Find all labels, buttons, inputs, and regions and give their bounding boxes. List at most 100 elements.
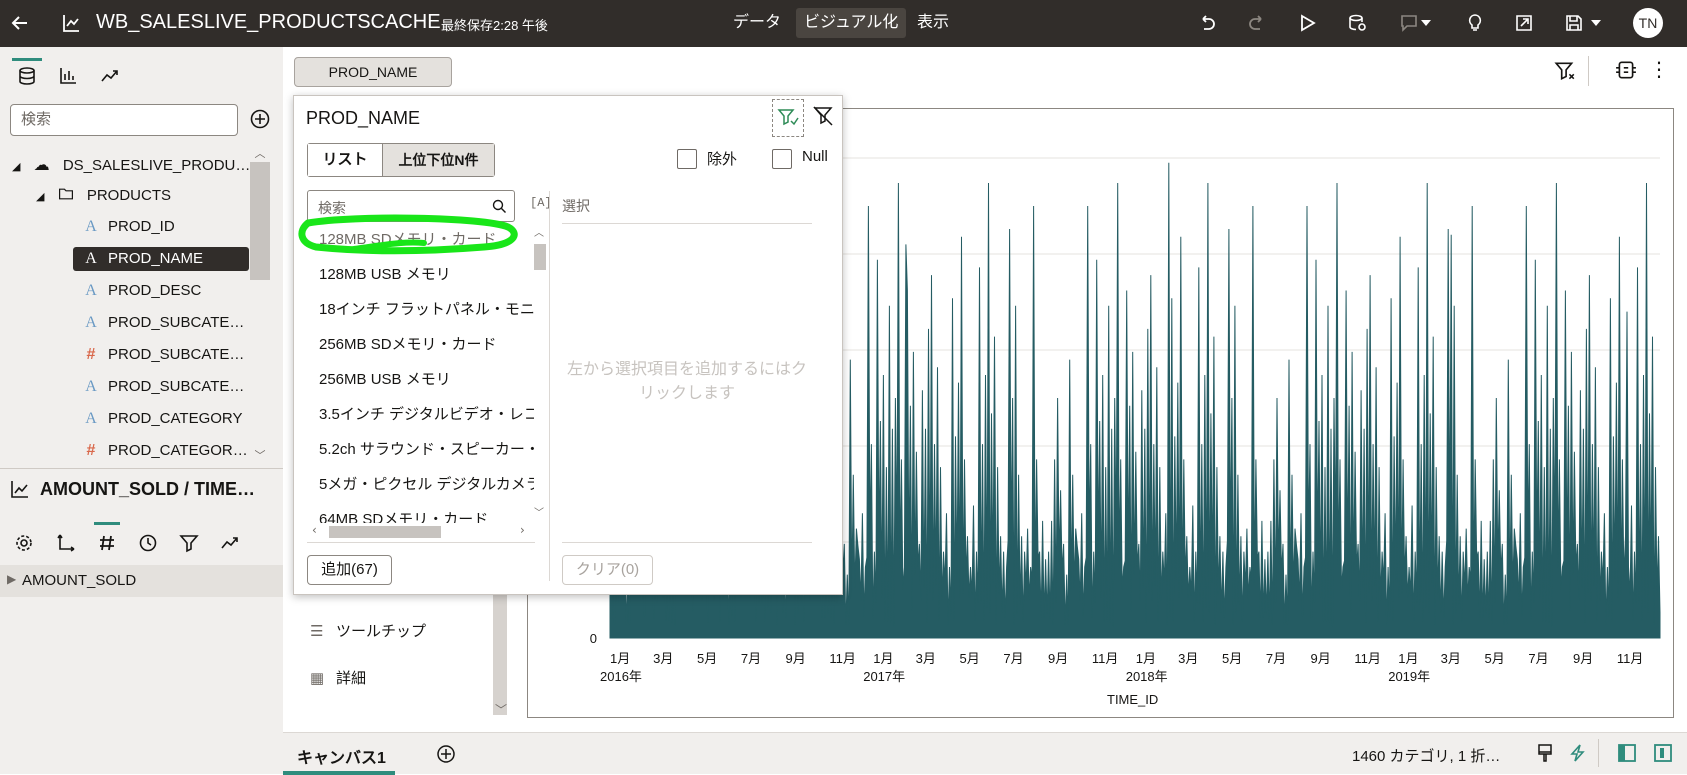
properties-icon[interactable] [1615,59,1639,83]
filter-funnel-icon[interactable] [1554,60,1578,84]
bar-chart-icon[interactable] [53,61,83,91]
right-panel-toggle-icon[interactable] [1653,743,1673,763]
attribute-icon: A [85,282,97,299]
status-text: 1460 カテゴリ, 1 折… [1352,748,1501,765]
filter-chip[interactable]: PROD_NAME [294,57,452,87]
list-footer-line [307,542,535,543]
list-vscroll-thumb[interactable] [534,244,546,270]
x-tick-label: 9月 [785,651,805,666]
canvas-tab[interactable]: キャンバス1 [297,744,386,768]
attribute-icon: A [85,410,97,427]
more-vertical-icon[interactable]: ⋮ [1649,59,1669,83]
selected-footer-line [562,542,812,543]
list-item[interactable]: 5.2ch サラウンド・スピーカー・ [319,435,534,465]
settings-gear-icon[interactable] [9,528,39,558]
tree-column[interactable]: A PROD_ID [80,215,248,239]
left-panel-toggle-icon[interactable] [1617,743,1637,763]
viz-line-icon [10,479,32,501]
list-scroll-down-icon[interactable]: ﹀ [534,504,546,519]
tree-column[interactable]: # PROD_SUBCATE… [80,343,248,367]
list-scroll-left-icon[interactable]: ‹ [312,523,317,537]
datasource-label: DS_SALESLIVE_PRODU… [62,157,251,174]
chevron-down-icon[interactable] [1416,9,1436,37]
clock-icon[interactable] [133,528,163,558]
list-item[interactable]: 256MB USB メモリ [319,365,534,395]
add-canvas-plus-icon[interactable] [435,743,457,765]
tree-column[interactable]: A PROD_DESC [80,279,248,303]
trend-icon[interactable] [215,528,245,558]
database-icon[interactable] [12,61,42,91]
back-arrow-icon[interactable] [6,9,34,37]
x-tick-label: 7月 [1528,651,1548,666]
x-tick-label: 11月 [829,651,856,666]
clear-button[interactable]: クリア(0) [562,555,653,585]
tree-column[interactable]: A PROD_CATEGORY [80,407,248,431]
detail-row[interactable]: ▦ 詳細 [310,667,366,688]
list-scroll-right-icon[interactable]: › [520,523,525,537]
x-tick-label: 7月 [741,651,761,666]
play-icon[interactable] [1293,9,1321,37]
export-icon[interactable] [1510,9,1538,37]
save-chevron-down-icon[interactable] [1586,9,1606,37]
list-scroll-up-icon[interactable]: ︿ [534,224,546,239]
x-year-label: 2016年 [600,669,642,684]
menu-present[interactable]: 表示 [909,8,957,38]
data-search-input[interactable]: 検索 [10,104,238,136]
list-item[interactable]: 128MB USB メモリ [319,260,534,290]
tree-column[interactable]: A PROD_SUBCATE… [80,375,248,399]
data-panel: 検索 ︿ ﹀ ◢ ☁ DS_SALESLIVE_PRODU… ◢ PRODUCT… [0,47,283,774]
lightbulb-icon[interactable] [1461,9,1489,37]
scroll-down-icon[interactable]: ﹀ [495,701,507,718]
list-hscroll-thumb[interactable] [329,526,441,538]
attribute-icon: A [85,314,97,331]
undo-icon[interactable] [1193,9,1221,37]
hash-number-icon[interactable] [92,528,122,558]
tooltip-row[interactable]: ☰ ツールチップ [310,620,426,641]
lightning-icon[interactable] [1568,743,1588,763]
list-item[interactable]: 64MB SDメモリ・カード [319,505,534,523]
tree-column[interactable]: A PROD_SUBCATE… [80,311,248,335]
list-item[interactable]: 3.5インチ デジタルビデオ・レコ [319,400,534,430]
brush-icon[interactable] [1535,743,1555,763]
list-item[interactable]: 18インチ フラットパネル・モニ [319,295,534,325]
grammar-row[interactable]: ▶ AMOUNT_SOLD [0,565,283,597]
redo-icon[interactable] [1243,9,1271,37]
filter-apply-icon[interactable] [772,99,804,137]
scroll-down-icon[interactable]: ﹀ [250,447,270,462]
tab-list[interactable]: リスト [308,144,382,176]
x-year-label: 2018年 [1126,669,1168,684]
popup-column-divider [549,191,550,581]
popup-tab-group: リスト 上位下位N件 [307,143,495,177]
user-avatar[interactable]: TN [1633,8,1663,38]
workbook-icon [57,9,85,37]
viz-title[interactable]: AMOUNT_SOLD / TIME… [40,479,255,500]
filter-funnel-icon[interactable] [174,528,204,558]
tree-column-selected[interactable]: A PROD_NAME [73,247,249,271]
exclude-checkbox[interactable] [677,149,697,169]
data-refresh-icon[interactable] [1343,9,1371,37]
tree-datasource[interactable]: ◢ ☁ DS_SALESLIVE_PRODU… [12,154,250,178]
tab-top-bottom-n[interactable]: 上位下位N件 [382,144,494,176]
toolbar-divider [1588,56,1589,86]
axis-icon[interactable] [51,528,81,558]
tree-scrollbar-thumb[interactable] [250,162,270,280]
attribute-icon: A [85,378,97,395]
tree-column[interactable]: # PROD_CATEGOR… [80,439,248,463]
list-item[interactable]: 5メガ・ピクセル デジタルカメラ [319,470,534,500]
chart-axis: 0 1月 3月 5月 7月 9月 11月 1月 3月 5月 7月 9月 11月 1月 3月 5月 7月 9月 11月… [590,631,1644,707]
add-plus-icon[interactable] [248,107,272,131]
null-checkbox[interactable] [772,149,792,169]
tree-folder[interactable]: ◢ PRODUCTS [36,184,171,208]
menu-visualize[interactable]: ビジュアル化 [796,8,907,38]
save-icon[interactable] [1560,9,1588,37]
measure-hash-icon: # [86,442,96,459]
add-button[interactable]: 追加(67) [307,555,392,585]
menu-data[interactable]: データ [725,8,789,38]
list-item[interactable]: 256MB SDメモリ・カード [319,330,534,360]
scroll-up-icon[interactable]: ︿ [250,145,270,160]
analytics-icon[interactable] [95,61,125,91]
x-tick-label: 3月 [1441,651,1461,666]
active-canvas-indicator [283,771,395,775]
top-bar: WB_SALESLIVE_PRODUCTSCACHE 最終保存2:28 午後 デ… [0,0,1687,47]
filter-clear-icon[interactable] [812,105,836,129]
